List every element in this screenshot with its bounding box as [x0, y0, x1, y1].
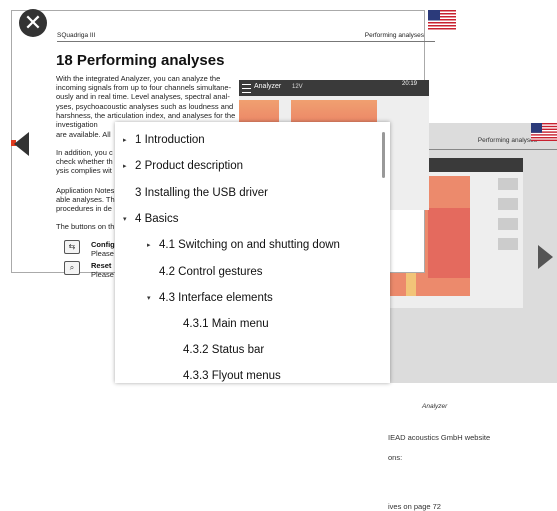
us-flag-icon[interactable] [428, 10, 456, 30]
reset-icon: ⌕ [64, 261, 80, 275]
toc-item[interactable]: ▸ 2 Product description [123, 160, 243, 172]
page-title: 18 Performing analyses [56, 52, 225, 69]
analyzer-title: Analyzer [254, 83, 282, 90]
button-title: Config [91, 240, 115, 249]
analyzer-title-bar: Analyzer 12V 20:19 [239, 80, 429, 96]
toc-scrollbar[interactable] [382, 132, 385, 178]
us-flag-icon[interactable] [531, 123, 557, 141]
toc-label: 4.3.2 Status bar [183, 344, 265, 356]
paragraph: In addition, you c check whether th ysis… [56, 148, 113, 176]
hamburger-menu-icon [242, 84, 251, 93]
chevron-right-icon: ▸ [147, 241, 151, 249]
close-button[interactable]: ✕ [19, 9, 47, 37]
chevron-right-icon: ▸ [123, 136, 127, 144]
paragraph: Application Notes able analyses. Th proc… [56, 186, 115, 214]
toc-item[interactable]: ▾ 4 Basics [123, 213, 178, 225]
back-page-text: ives on page 72 [388, 502, 441, 511]
toc-label: 4.3.3 Flyout menus [183, 370, 281, 382]
toc-item[interactable]: ▸ 1 Introduction [123, 134, 205, 146]
toc-item[interactable]: ▸ 4.1 Switching on and shutting down [147, 239, 340, 251]
chevron-right-icon: ▸ [123, 162, 127, 170]
running-header-right: Performing analyses [364, 32, 424, 39]
toc-label: 4.1 Switching on and shutting down [159, 239, 340, 251]
button-title: Reset [91, 261, 112, 270]
config-icon: ⇆ [64, 240, 80, 254]
toc-label: 3 Installing the USB driver [135, 187, 268, 199]
toc-label: 4 Basics [135, 213, 179, 225]
toc-item[interactable]: 4.3.3 Flyout menus [183, 370, 281, 382]
chevron-down-icon: ▾ [123, 215, 127, 223]
toc-item[interactable]: 4.3.1 Main menu [183, 318, 269, 330]
table-of-contents-panel[interactable]: ▸ 1 Introduction ▸ 2 Product description 3… [115, 122, 390, 383]
toc-label: 4.2 Control gestures [159, 266, 263, 278]
running-header-left: SQuadriga III [57, 32, 96, 39]
header-rule [57, 41, 435, 42]
toc-label: 1 Introduction [135, 134, 205, 146]
toc-item[interactable]: 3 Installing the USB driver [135, 187, 268, 199]
analyzer-time: 20:19 [402, 81, 418, 87]
close-icon: ✕ [23, 10, 43, 35]
next-page-arrow-icon[interactable] [538, 245, 553, 269]
toc-item[interactable]: ▾ 4.3 Interface elements [147, 292, 273, 304]
button-description: Please [91, 270, 114, 279]
toc-item[interactable]: 4.3.2 Status bar [183, 344, 264, 356]
previous-page-arrow-icon[interactable] [14, 132, 29, 156]
back-page-text: ons: [388, 453, 403, 462]
paragraph: With the integrated Analyzer, you can an… [56, 74, 236, 130]
paragraph: The buttons on th [56, 222, 115, 231]
figure-caption: Analyzer [422, 403, 448, 410]
back-page-text: IEAD acoustics GmbH website [388, 433, 491, 442]
toc-item[interactable]: 4.2 Control gestures [159, 266, 263, 278]
analyzer-status: 12V [292, 84, 303, 90]
chevron-down-icon: ▾ [147, 294, 151, 302]
toc-label: 2 Product description [135, 160, 244, 172]
button-description: Please [91, 249, 114, 258]
toc-label: 4.3 Interface elements [159, 292, 273, 304]
toc-label: 4.3.1 Main menu [183, 318, 269, 330]
